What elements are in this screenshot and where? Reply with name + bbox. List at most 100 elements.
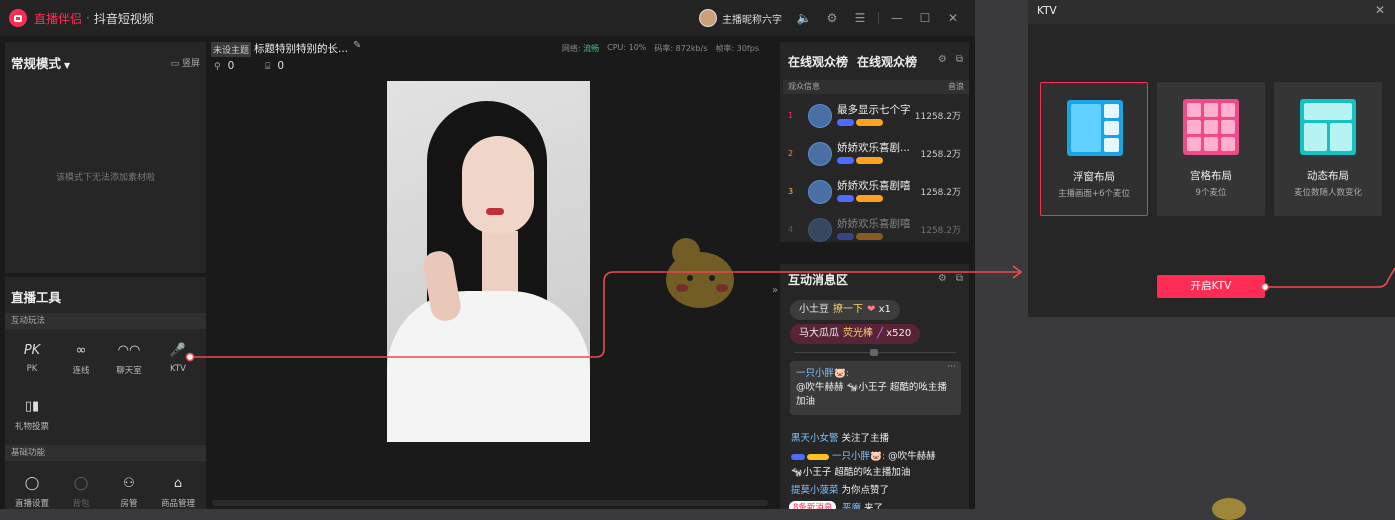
stream-preview-area: 未设主题 标题特别特别的长... ✎ 网络: 流畅 CPU: 10% 码率: 8… xyxy=(207,36,778,509)
empty-materials-message: 该模式下无法添加素材啦 xyxy=(55,173,155,183)
popout-icon[interactable]: ⧉ xyxy=(956,54,963,65)
close-icon[interactable]: ✕ xyxy=(939,11,967,25)
portrait-label: 竖屏 xyxy=(181,59,200,69)
menu-icon[interactable]: ☰ xyxy=(846,11,874,25)
feed-item: 一只小胖🐷: @吹牛赫赫 xyxy=(791,448,936,462)
more-options-icon[interactable]: ··· xyxy=(947,362,956,372)
new-messages-button[interactable]: 8条新消息 xyxy=(789,501,837,509)
titlebar: 直播伴侣 · 抖音短视频 主播昵称六字 🔈 ⚙ ☰ — ☐ ✕ xyxy=(0,0,975,36)
gift-user: 马大瓜瓜 xyxy=(799,328,839,339)
feed-text: @吹牛赫赫 xyxy=(888,451,936,462)
grid-layout-icon xyxy=(1183,99,1239,155)
layout-name: 浮窗布局 xyxy=(1073,171,1115,183)
scene-panel: 常规模式 ▼ ▭ 竖屏 该模式下无法添加素材啦 xyxy=(5,42,206,273)
tool-label: 连线 xyxy=(72,366,90,376)
tool-chatroom[interactable]: ◠◠ 聊天室 xyxy=(109,339,149,377)
volume-icon[interactable]: 🔈 xyxy=(790,11,818,25)
audience-value: 1258.2万 xyxy=(920,188,962,198)
tool-live-settings[interactable]: ◯ 直播设置 xyxy=(12,472,52,510)
popout-icon[interactable]: ⧉ xyxy=(956,273,963,284)
viewer-count: ⚲ 0 xyxy=(214,60,234,72)
resize-handle[interactable] xyxy=(794,349,956,356)
tool-gift-vote[interactable]: ▯▮ 礼物投票 xyxy=(12,395,52,433)
audience-badges xyxy=(837,157,883,164)
feed-text: 关注了主播 xyxy=(841,433,890,444)
titlebar-divider xyxy=(878,12,879,24)
pinned-comment[interactable]: 一只小胖🐷: @吹牛赫赫 🐄小王子 超酷的吆主播加油 ··· xyxy=(790,361,961,415)
start-ktv-button[interactable]: 开启KTV xyxy=(1157,275,1265,298)
link-icon: ∞ xyxy=(75,342,87,358)
camera-preview[interactable] xyxy=(387,81,590,442)
rank-number: 2 xyxy=(788,149,794,158)
audience-row[interactable]: 4 娇娇欢乐喜剧嘻 1258.2万 xyxy=(780,212,969,242)
minimize-icon[interactable]: — xyxy=(883,11,911,25)
gift-action: 撩一下 xyxy=(833,304,863,315)
tool-ktv[interactable]: 🎤 KTV xyxy=(158,339,198,375)
circle-settings-icon: ◯ xyxy=(24,475,40,491)
cpu-usage: CPU: 10% xyxy=(607,43,647,52)
layout-dynamic[interactable]: 动态布局 麦位数随人数变化 xyxy=(1274,82,1382,216)
tool-goods[interactable]: ⌂ 商品管理 xyxy=(158,472,198,510)
tool-pk[interactable]: PK PK xyxy=(12,339,52,375)
audience-value: 1258.2万 xyxy=(920,226,962,236)
section-interactive: 互动玩法 xyxy=(5,313,206,329)
mode-selector[interactable]: 常规模式 ▼ xyxy=(11,53,70,72)
fan-badge xyxy=(791,453,805,460)
heart-gift-icon: ❤ xyxy=(867,304,876,315)
settings-icon[interactable]: ⚙ xyxy=(818,11,846,25)
title-separator: · xyxy=(86,11,90,25)
horizontal-scrollbar[interactable] xyxy=(212,500,768,506)
user-icon: ⚲ xyxy=(214,62,221,72)
floating-layout-icon xyxy=(1067,100,1123,156)
comment-text: @吹牛赫赫 🐄小王子 超酷的吆主播加油 xyxy=(796,382,947,407)
close-icon[interactable]: ✕ xyxy=(1375,3,1385,17)
audience-row[interactable]: 1 最多显示七个字 11258.2万 xyxy=(780,98,969,136)
level-badge xyxy=(807,453,829,460)
app-logo-icon xyxy=(9,9,27,27)
chevron-down-icon: ▼ xyxy=(64,61,71,70)
audience-name: 娇娇欢乐喜剧... xyxy=(837,142,911,154)
host-avatar[interactable] xyxy=(699,9,717,27)
tool-backpack[interactable]: ◯ 背包 xyxy=(61,472,101,510)
framerate: 帧率: 30fps xyxy=(715,44,759,53)
gift-count-value: 0 xyxy=(277,60,285,72)
audience-tabs: 在线观众榜 在线观众榜 xyxy=(788,53,917,70)
audience-row[interactable]: 3 娇娇欢乐喜剧嘻 1258.2万 xyxy=(780,174,969,212)
feed-item: 提莫小菠菜 为你点赞了 xyxy=(791,482,889,496)
gift-icon: ⌸ xyxy=(265,62,271,72)
interaction-message-panel: 互动消息区 ⚙ ⧉ 小土豆 撩一下 ❤ x1 马大瓜瓜 荧光棒 ╱ x520 一只小胖🐷… xyxy=(780,264,969,509)
audience-ranking-panel: 在线观众榜 在线观众榜 ⚙ ⧉ 观众信息 音浪 1 最多显示七个字 11258.… xyxy=(780,42,969,242)
portrait-icon: ▭ xyxy=(170,59,182,69)
tab-online-audience-2[interactable]: 在线观众榜 xyxy=(857,53,917,70)
main-window: 直播伴侣 · 抖音短视频 主播昵称六字 🔈 ⚙ ☰ — ☐ ✕ 常规模式 ▼ ▭ … xyxy=(0,0,975,509)
live-tools-panel: 直播工具 互动玩法 PK PK ∞ 连线 ◠◠ 聊天室 🎤 KTV ▯▮ 礼物投票 基础功… xyxy=(5,277,206,509)
layout-floating[interactable]: 浮窗布局 主播画面+6个麦位 xyxy=(1040,82,1148,216)
host-name[interactable]: 主播昵称六字 xyxy=(722,11,782,26)
tool-room-admin[interactable]: ⚇ 房管 xyxy=(109,472,149,510)
tool-label: 礼物投票 xyxy=(14,422,49,432)
feed-text: 为你点赞了 xyxy=(841,485,890,496)
settings-icon[interactable]: ⚙ xyxy=(938,54,947,65)
layout-desc: 主播画面+6个麦位 xyxy=(1057,189,1131,199)
mascot-peek-icon xyxy=(1212,498,1246,520)
mode-title: 常规模式 xyxy=(11,56,62,71)
app-name: 直播伴侣 xyxy=(34,11,83,26)
tool-label: 直播设置 xyxy=(14,499,49,509)
tab-online-audience[interactable]: 在线观众榜 xyxy=(788,53,848,70)
feed-item: 黑天小女警 关注了主播 xyxy=(791,430,889,444)
rank-number: 4 xyxy=(788,225,794,234)
maximize-icon[interactable]: ☐ xyxy=(911,11,939,25)
tool-link[interactable]: ∞ 连线 xyxy=(61,339,101,377)
rank-number: 1 xyxy=(788,111,794,120)
store-icon: ⌂ xyxy=(173,475,183,491)
portrait-toggle-button[interactable]: ▭ 竖屏 xyxy=(171,56,200,69)
message-panel-actions: ⚙ ⧉ xyxy=(938,273,963,284)
layout-grid[interactable]: 宫格布局 9个麦位 xyxy=(1157,82,1265,216)
topic-tag[interactable]: 未设主题 xyxy=(211,42,252,57)
layout-name: 动态布局 xyxy=(1307,170,1349,182)
collapse-arrow-icon[interactable]: » xyxy=(772,285,778,296)
audience-row[interactable]: 2 娇娇欢乐喜剧... 1258.2万 xyxy=(780,136,969,174)
settings-icon[interactable]: ⚙ xyxy=(938,273,947,284)
network-value: 流畅 xyxy=(583,44,600,53)
edit-title-icon[interactable]: ✎ xyxy=(353,40,361,51)
